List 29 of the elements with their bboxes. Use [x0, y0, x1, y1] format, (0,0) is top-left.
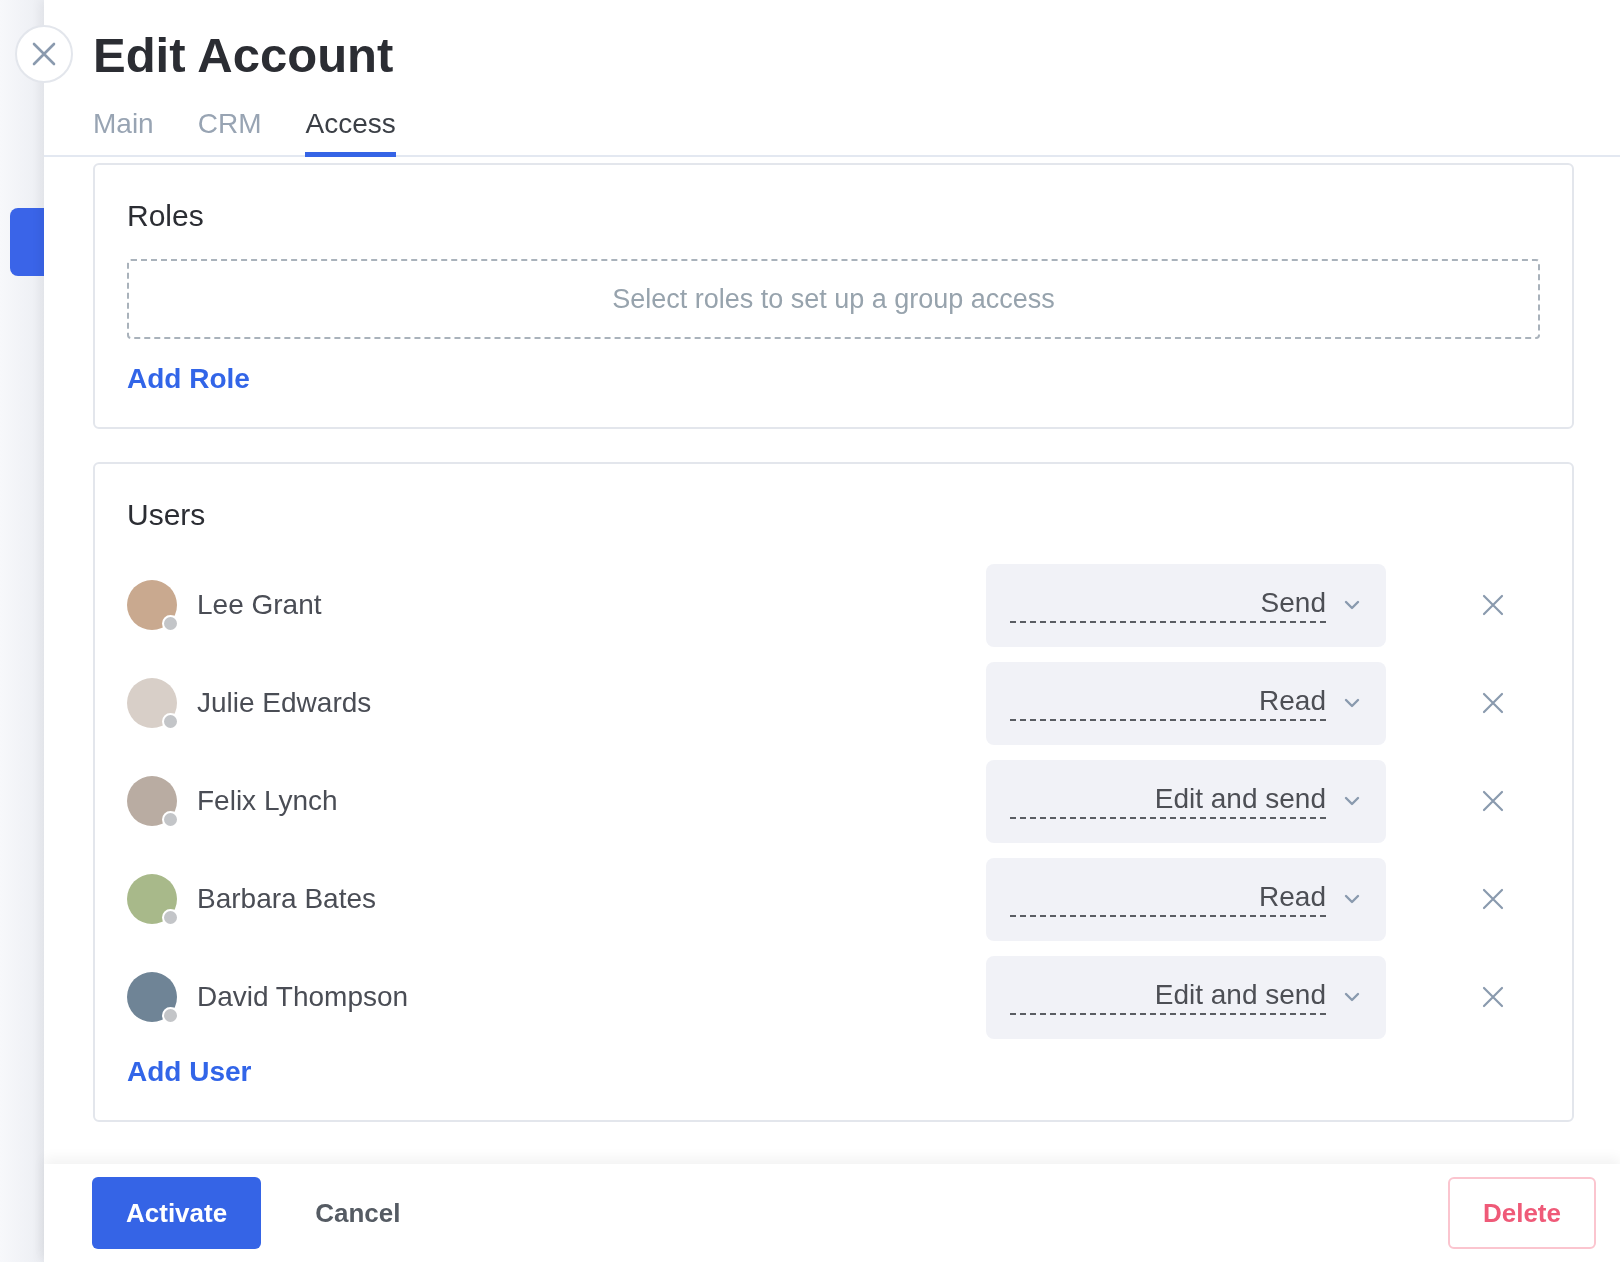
access-dropdown[interactable]: Read [986, 661, 1386, 745]
close-icon [1482, 692, 1504, 714]
user-name: Julie Edwards [197, 687, 373, 719]
section-heading: Users [127, 498, 206, 532]
cancel-button[interactable]: Cancel [261, 1177, 455, 1249]
close-icon [1482, 790, 1504, 812]
access-dropdown[interactable]: Read [986, 857, 1386, 941]
user-name: Lee Grant [197, 589, 323, 621]
chevron-down-icon [1344, 698, 1360, 708]
user-name: Felix Lynch [197, 785, 339, 817]
close-icon [1482, 986, 1504, 1008]
close-icon [1482, 594, 1504, 616]
chevron-down-icon [1344, 894, 1360, 904]
access-dropdown[interactable]: Send [986, 563, 1386, 647]
tab[interactable]: Access [305, 108, 396, 157]
close-icon [1482, 888, 1504, 910]
user-name: Barbara Bates [197, 883, 377, 915]
activate-button[interactable]: Activate [92, 1177, 262, 1249]
chevron-down-icon [1344, 992, 1360, 1002]
section-heading: Roles [127, 199, 204, 233]
chevron-down-icon [1344, 600, 1360, 610]
close-icon [31, 41, 57, 67]
access-dropdown[interactable]: Edit and send [986, 759, 1386, 843]
add-role-link[interactable]: Add Role [127, 363, 250, 395]
user-name: David Thompson [197, 981, 410, 1013]
add-user-link[interactable]: Add User [127, 1056, 252, 1088]
chevron-down-icon [1344, 796, 1360, 806]
access-dropdown[interactable]: Edit and send [986, 955, 1386, 1039]
panel-title: Edit Account [93, 27, 395, 84]
